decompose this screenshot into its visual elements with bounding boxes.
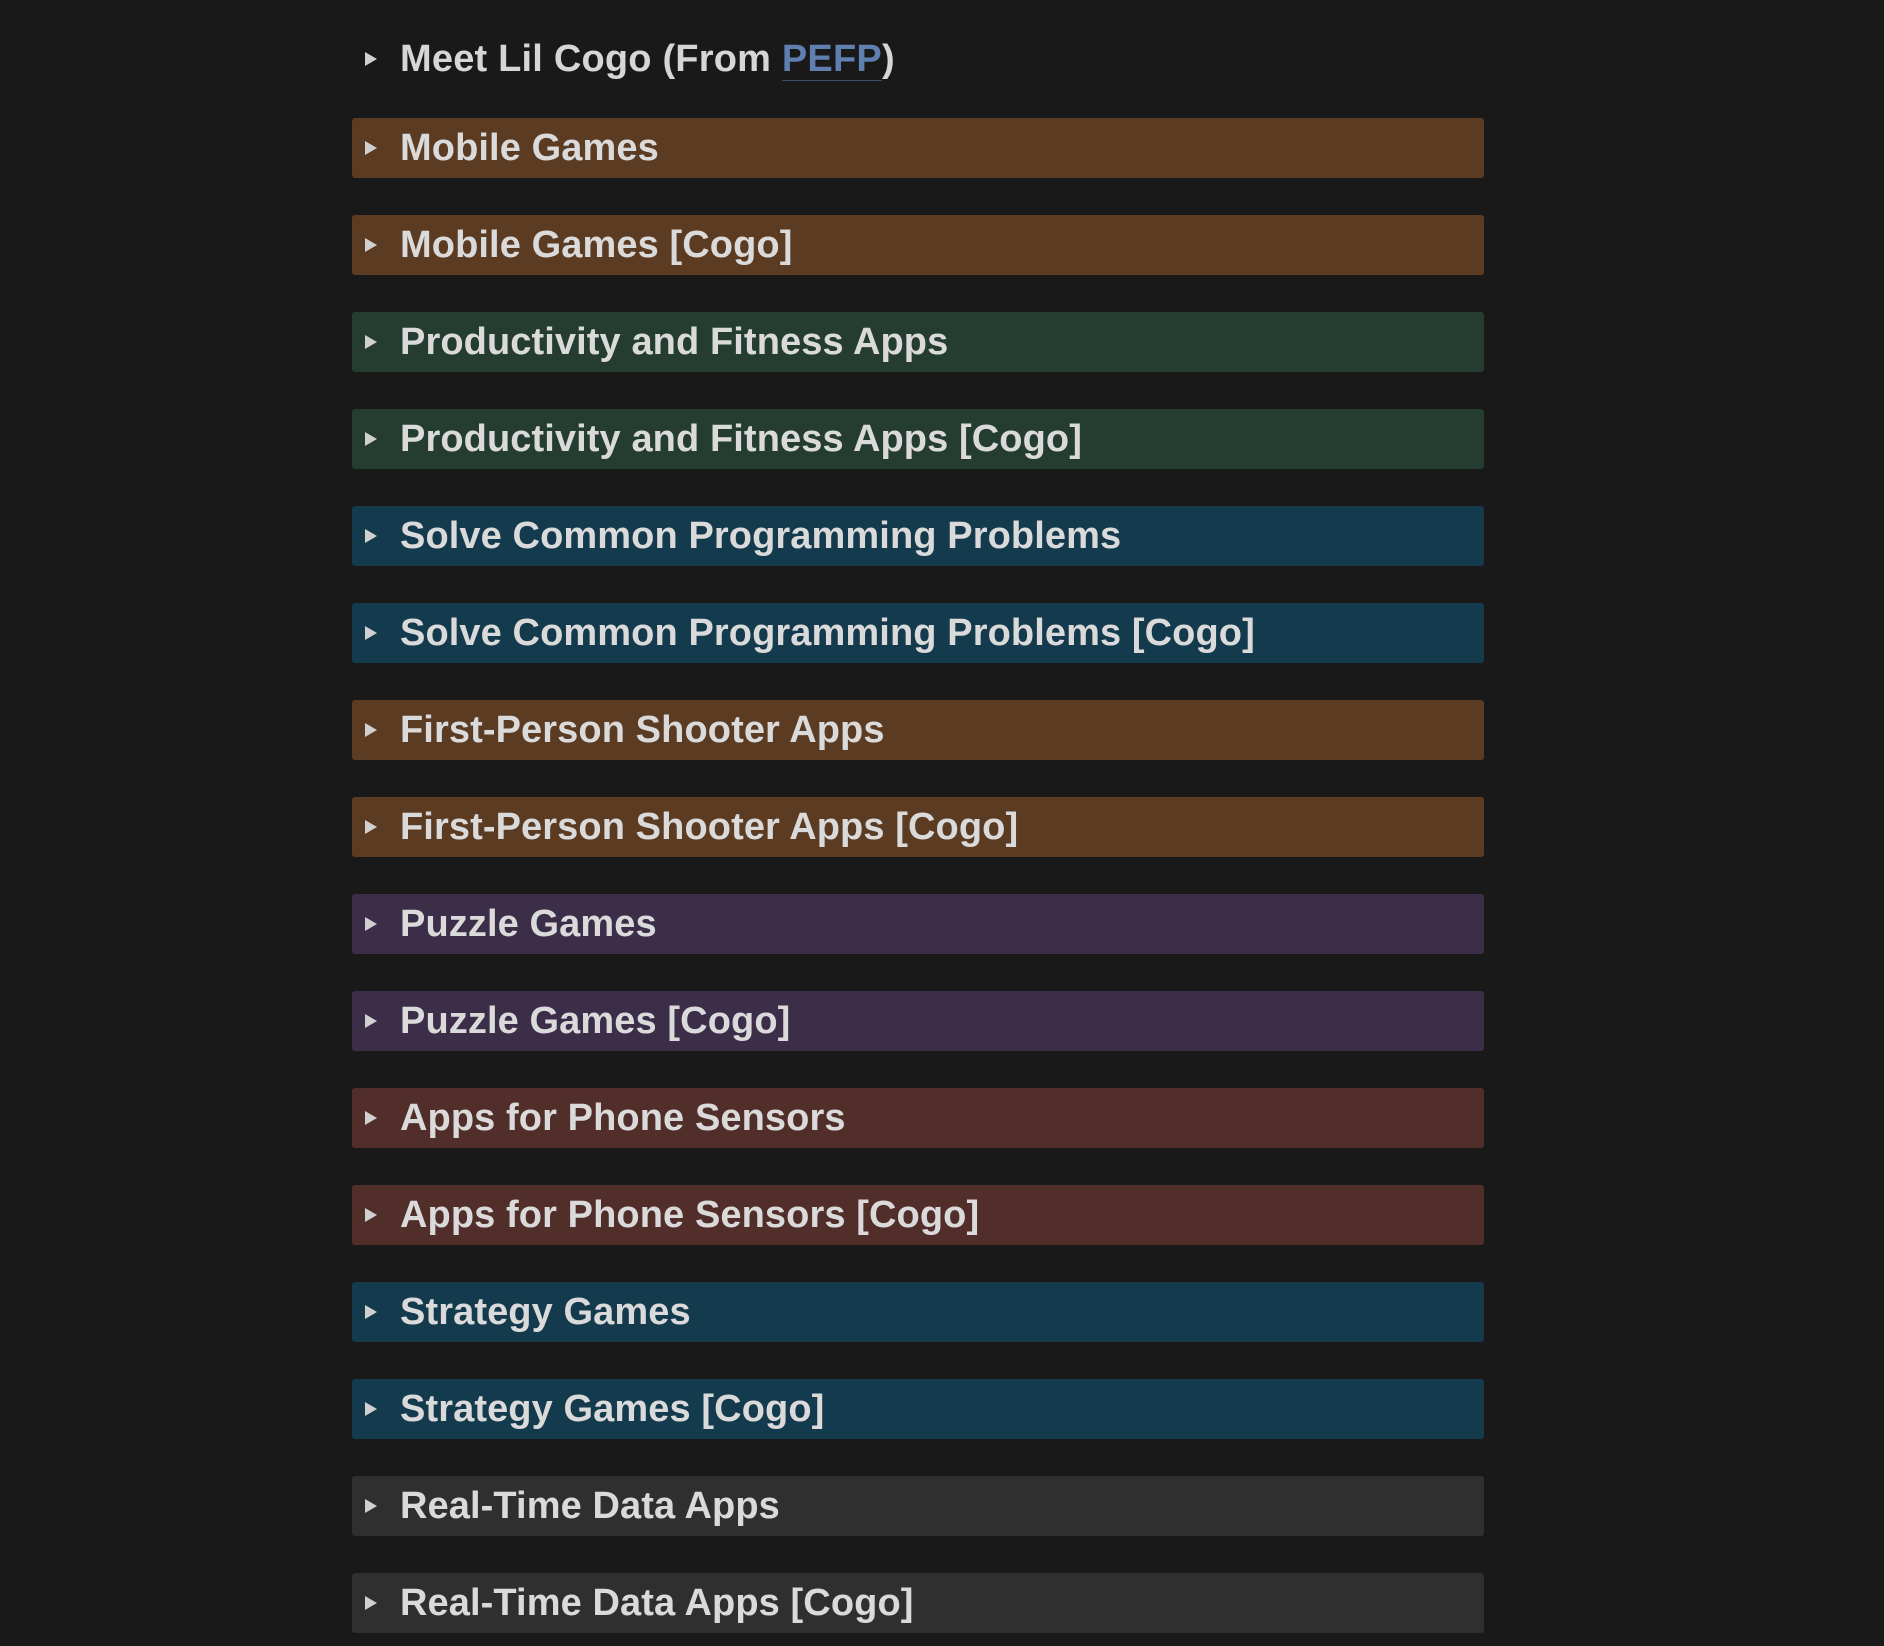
- toggle-block[interactable]: Puzzle Games: [352, 894, 1484, 954]
- toggle-block[interactable]: Apps for Phone Sensors: [352, 1088, 1484, 1148]
- triangle-right-icon[interactable]: [365, 917, 377, 931]
- toggle-label: First-Person Shooter Apps [Cogo]: [400, 805, 1019, 848]
- toggle-label: Apps for Phone Sensors [Cogo]: [400, 1193, 980, 1236]
- triangle-right-icon[interactable]: [365, 238, 377, 252]
- toggle-block[interactable]: Strategy Games: [352, 1282, 1484, 1342]
- toggle-block[interactable]: Real-Time Data Apps: [352, 1476, 1484, 1536]
- intro-prefix: Meet Lil Cogo (From: [400, 37, 782, 80]
- toggle-block[interactable]: Solve Common Programming Problems: [352, 506, 1484, 566]
- triangle-right-icon[interactable]: [365, 1499, 377, 1513]
- toggle-block[interactable]: First-Person Shooter Apps: [352, 700, 1484, 760]
- toggle-label: Strategy Games [Cogo]: [400, 1387, 825, 1430]
- toggle-label: Solve Common Programming Problems [Cogo]: [400, 611, 1255, 654]
- toggle-rows: Mobile Games Mobile Games [Cogo] Productiv…: [352, 118, 1484, 1646]
- triangle-right-icon[interactable]: [365, 432, 377, 446]
- pefp-link[interactable]: PEFP: [781, 37, 882, 81]
- toggle-list-container: Meet Lil Cogo (From PEFP) Mobile Games Mo…: [352, 0, 1484, 1646]
- triangle-right-icon[interactable]: [365, 52, 377, 66]
- toggle-label: Solve Common Programming Problems: [400, 514, 1122, 557]
- toggle-block[interactable]: Mobile Games: [352, 118, 1484, 178]
- triangle-right-icon[interactable]: [365, 1596, 377, 1610]
- intro-suffix: ): [881, 37, 895, 80]
- intro-toggle[interactable]: Meet Lil Cogo (From PEFP): [352, 0, 1484, 118]
- toggle-label: Strategy Games: [400, 1290, 691, 1333]
- toggle-label: Apps for Phone Sensors: [400, 1096, 846, 1139]
- triangle-right-icon[interactable]: [365, 1014, 377, 1028]
- toggle-block[interactable]: Strategy Games [Cogo]: [352, 1379, 1484, 1439]
- toggle-block[interactable]: Productivity and Fitness Apps: [352, 312, 1484, 372]
- toggle-label: Mobile Games: [400, 126, 659, 169]
- toggle-label: Productivity and Fitness Apps: [400, 320, 949, 363]
- toggle-block[interactable]: Apps for Phone Sensors [Cogo]: [352, 1185, 1484, 1245]
- toggle-block[interactable]: Real-Time Data Apps [Cogo]: [352, 1573, 1484, 1633]
- triangle-right-icon[interactable]: [365, 141, 377, 155]
- triangle-right-icon[interactable]: [365, 1305, 377, 1319]
- triangle-right-icon[interactable]: [365, 529, 377, 543]
- toggle-block[interactable]: Puzzle Games [Cogo]: [352, 991, 1484, 1051]
- triangle-right-icon[interactable]: [365, 1208, 377, 1222]
- triangle-right-icon[interactable]: [365, 335, 377, 349]
- toggle-label: Puzzle Games [Cogo]: [400, 999, 791, 1042]
- toggle-block[interactable]: Solve Common Programming Problems [Cogo]: [352, 603, 1484, 663]
- triangle-right-icon[interactable]: [365, 626, 377, 640]
- triangle-right-icon[interactable]: [365, 1111, 377, 1125]
- toggle-block[interactable]: Productivity and Fitness Apps [Cogo]: [352, 409, 1484, 469]
- intro-title: Meet Lil Cogo (From PEFP): [400, 37, 895, 81]
- toggle-label: Mobile Games [Cogo]: [400, 223, 793, 266]
- toggle-label: Productivity and Fitness Apps [Cogo]: [400, 417, 1082, 460]
- toggle-block[interactable]: First-Person Shooter Apps [Cogo]: [352, 797, 1484, 857]
- triangle-right-icon[interactable]: [365, 723, 377, 737]
- toggle-label: Real-Time Data Apps [Cogo]: [400, 1581, 914, 1624]
- toggle-label: Real-Time Data Apps: [400, 1484, 780, 1527]
- triangle-right-icon[interactable]: [365, 820, 377, 834]
- triangle-right-icon[interactable]: [365, 1402, 377, 1416]
- toggle-label: First-Person Shooter Apps: [400, 708, 885, 751]
- toggle-block[interactable]: Mobile Games [Cogo]: [352, 215, 1484, 275]
- toggle-label: Puzzle Games: [400, 902, 657, 945]
